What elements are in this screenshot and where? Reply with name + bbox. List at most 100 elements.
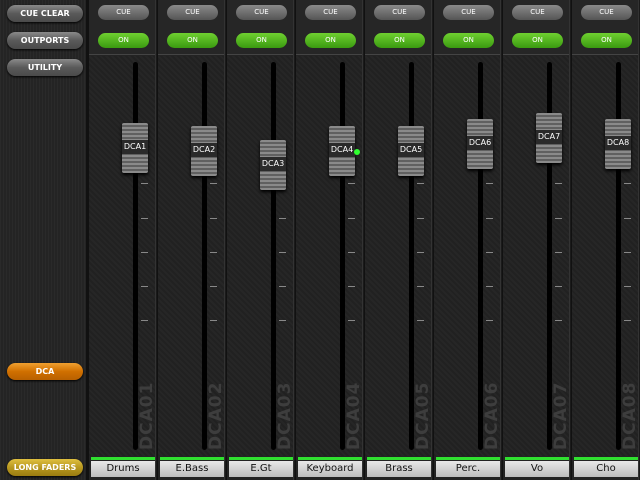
scale-tick	[141, 252, 148, 253]
scale-tick	[624, 183, 631, 184]
channel-name-button[interactable]: Drums	[91, 461, 155, 477]
fader-knob[interactable]: DCA4	[329, 126, 355, 177]
level-meter	[505, 457, 569, 460]
scale-tick	[555, 183, 562, 184]
level-meter	[91, 457, 155, 460]
level-meter	[436, 457, 500, 460]
scale-tick	[417, 286, 424, 287]
scale-tick	[555, 218, 562, 219]
scale-tick	[210, 320, 217, 321]
fader-knob[interactable]: DCA7	[536, 112, 562, 163]
scale-tick	[279, 218, 286, 219]
fader-label: DCA6	[467, 136, 493, 151]
on-button[interactable]: ON	[305, 33, 356, 48]
cue-button[interactable]: CUE	[167, 5, 218, 20]
on-button[interactable]: ON	[443, 33, 494, 48]
on-button[interactable]: ON	[236, 33, 287, 48]
scale-tick	[210, 183, 217, 184]
cue-button[interactable]: CUE	[374, 5, 425, 20]
scale-tick	[210, 286, 217, 287]
channel-strip: CUE ON DCA07 DCA7 Vo	[502, 0, 571, 480]
fader-knob[interactable]: DCA3	[260, 139, 286, 190]
dca-button[interactable]: DCA	[7, 363, 83, 380]
dca-vertical-label: DCA01	[137, 381, 157, 450]
scale-tick	[210, 252, 217, 253]
fader-track[interactable]	[409, 62, 414, 450]
scale-tick	[348, 320, 355, 321]
scale-tick	[486, 218, 493, 219]
on-button[interactable]: ON	[512, 33, 563, 48]
scale-tick	[141, 320, 148, 321]
scale-tick	[417, 252, 424, 253]
fader-track[interactable]	[202, 62, 207, 450]
scale-tick	[555, 286, 562, 287]
outports-button[interactable]: OUTPORTS	[7, 32, 83, 49]
dca-vertical-label: DCA07	[551, 381, 571, 450]
scale-tick	[555, 252, 562, 253]
long-faders-button[interactable]: LONG FADERS	[7, 459, 83, 476]
cue-button[interactable]: CUE	[98, 5, 149, 20]
level-meter	[229, 457, 293, 460]
fader-label: DCA2	[191, 143, 217, 158]
fader-knob[interactable]: DCA1	[122, 122, 148, 173]
channel-name-button[interactable]: Brass	[367, 461, 431, 477]
utility-button[interactable]: UTILITY	[7, 59, 83, 76]
scale-tick	[348, 183, 355, 184]
scale-tick	[555, 320, 562, 321]
level-meter	[574, 457, 638, 460]
on-button[interactable]: ON	[374, 33, 425, 48]
scale-tick	[348, 286, 355, 287]
fader-knob[interactable]: DCA6	[467, 119, 493, 170]
channel-name-button[interactable]: Vo	[505, 461, 569, 477]
scale-tick	[141, 286, 148, 287]
fader-knob[interactable]: DCA2	[191, 126, 217, 177]
scale-tick	[348, 252, 355, 253]
dca-vertical-label: DCA05	[413, 381, 433, 450]
cue-button[interactable]: CUE	[512, 5, 563, 20]
on-button[interactable]: ON	[98, 33, 149, 48]
scale-tick	[279, 320, 286, 321]
cue-button[interactable]: CUE	[236, 5, 287, 20]
channel-strip: CUE ON DCA06 DCA6 Perc.	[433, 0, 502, 480]
dca-vertical-label: DCA03	[275, 381, 295, 450]
scale-tick	[624, 320, 631, 321]
on-button[interactable]: ON	[581, 33, 632, 48]
scale-tick	[417, 183, 424, 184]
scale-tick	[417, 320, 424, 321]
scale-tick	[624, 286, 631, 287]
fader-label: DCA5	[398, 143, 424, 158]
on-button[interactable]: ON	[167, 33, 218, 48]
channel-name-button[interactable]: Cho	[574, 461, 638, 477]
cue-clear-button[interactable]: CUE CLEAR	[7, 5, 83, 22]
dca-vertical-label: DCA06	[482, 381, 502, 450]
fader-knob[interactable]: DCA5	[398, 126, 424, 177]
cue-button[interactable]: CUE	[581, 5, 632, 20]
channel-name-button[interactable]: Keyboard	[298, 461, 362, 477]
fader-label: DCA3	[260, 156, 286, 171]
scale-tick	[210, 218, 217, 219]
scale-tick	[486, 286, 493, 287]
channel-strip: CUE ON DCA01 DCA1 Drums	[88, 0, 157, 480]
scale-tick	[279, 286, 286, 287]
channel-strip: CUE ON DCA03 DCA3 E.Gt	[226, 0, 295, 480]
level-meter	[367, 457, 431, 460]
fader-track[interactable]	[340, 62, 345, 450]
cue-button[interactable]: CUE	[305, 5, 356, 20]
fader-knob[interactable]: DCA8	[605, 119, 631, 170]
channel-name-button[interactable]: E.Bass	[160, 461, 224, 477]
cue-button[interactable]: CUE	[443, 5, 494, 20]
fader-label: DCA1	[122, 139, 148, 154]
channel-strip: CUE ON DCA08 DCA8 Cho	[571, 0, 640, 480]
level-meter	[298, 457, 362, 460]
channel-name-button[interactable]: E.Gt	[229, 461, 293, 477]
dca-vertical-label: DCA08	[620, 381, 640, 450]
fader-label: DCA8	[605, 136, 631, 151]
channel-name-button[interactable]: Perc.	[436, 461, 500, 477]
scale-tick	[141, 183, 148, 184]
scale-tick	[486, 320, 493, 321]
fader-track[interactable]	[271, 62, 276, 450]
scale-tick	[141, 218, 148, 219]
fader-track[interactable]	[133, 62, 138, 450]
scale-tick	[279, 252, 286, 253]
scale-tick	[624, 252, 631, 253]
